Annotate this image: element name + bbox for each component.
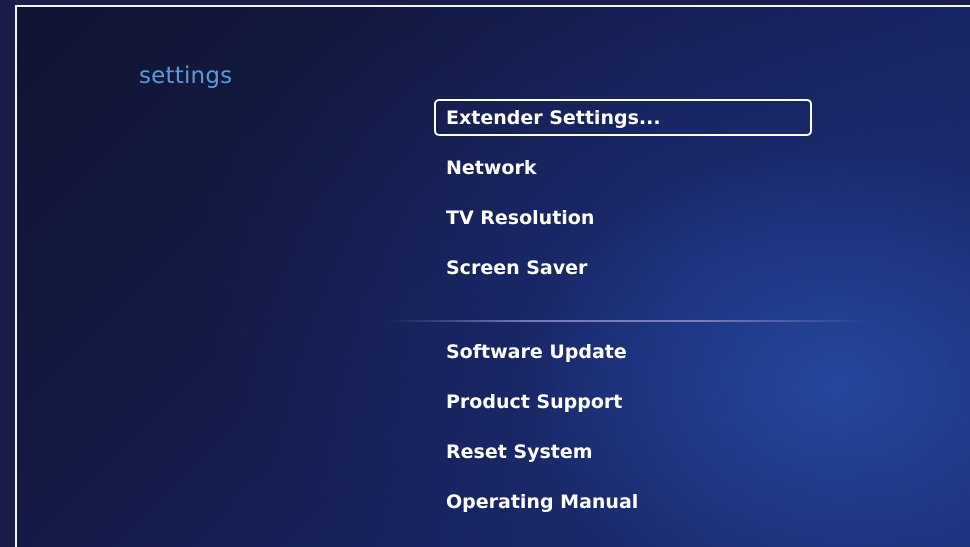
settings-menu-bottom: Software Update Product Support Reset Sy… [434,333,812,533]
menu-item-extender-settings[interactable]: Extender Settings... [434,99,812,136]
media-center-screen: settings Extender Settings... Network TV… [15,5,970,547]
menu-item-screen-saver[interactable]: Screen Saver [434,249,812,286]
menu-item-operating-manual[interactable]: Operating Manual [434,483,812,520]
settings-menu-top: Extender Settings... Network TV Resoluti… [434,99,812,299]
page-title: settings [139,63,233,89]
menu-item-network[interactable]: Network [434,149,812,186]
menu-item-software-update[interactable]: Software Update [434,333,812,370]
menu-item-tv-resolution[interactable]: TV Resolution [434,199,812,236]
menu-item-reset-system[interactable]: Reset System [434,433,812,470]
menu-divider [387,320,867,322]
menu-item-product-support[interactable]: Product Support [434,383,812,420]
